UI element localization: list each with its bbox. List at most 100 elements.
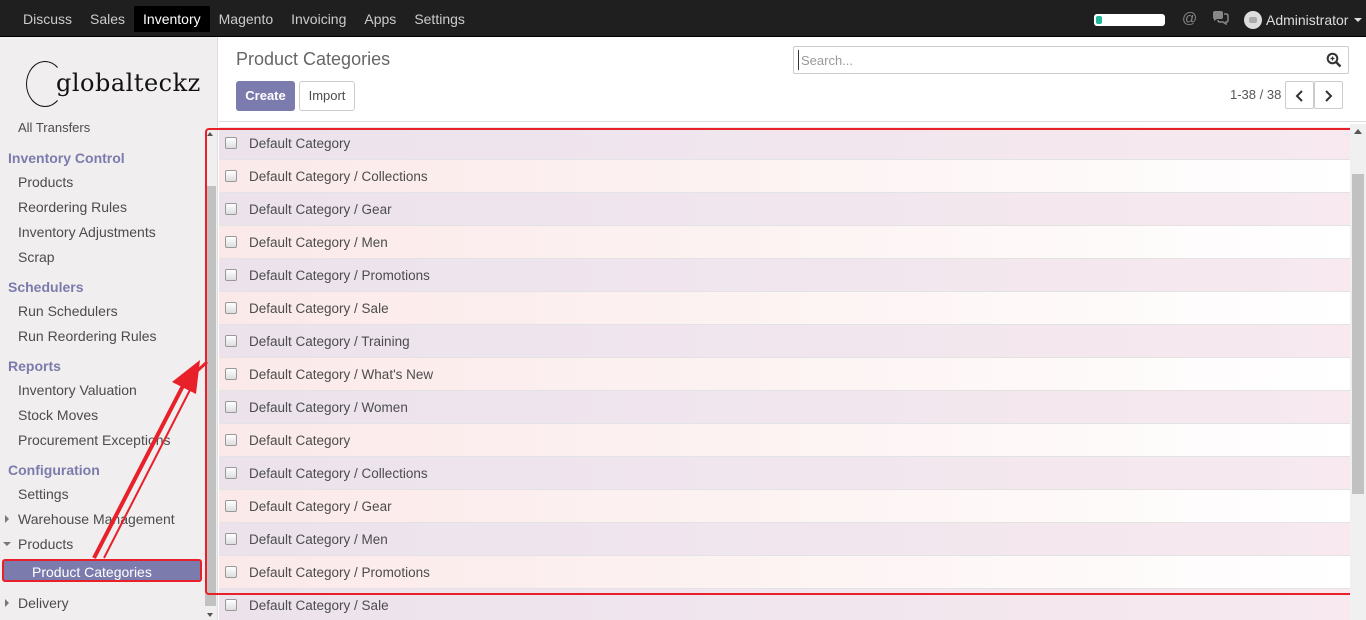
app-menu: Discuss Sales Inventory Magento Invoicin… [14,0,474,34]
sidebar-item-warehouse-management[interactable]: Warehouse Management [18,511,175,527]
category-list: Default Category Default Category / Coll… [219,127,1350,620]
chevron-right-icon [1325,90,1333,102]
list-row[interactable]: Default Category [219,127,1350,160]
row-checkbox[interactable] [225,269,237,281]
row-checkbox[interactable] [225,302,237,314]
sidebar-item-run-reordering-rules[interactable]: Run Reordering Rules [18,328,157,344]
pager-value[interactable]: 1-38 / 38 [1230,87,1281,102]
sidebar-item-inventory-adjustments[interactable]: Inventory Adjustments [18,224,156,240]
at-icon[interactable]: @ [1182,10,1197,27]
list-row[interactable]: Default Category / Promotions [219,259,1350,292]
caret-down-icon[interactable] [3,542,11,546]
app-discuss[interactable]: Discuss [14,6,81,32]
chevron-left-icon [1295,90,1303,102]
category-name: Default Category / Men [249,235,388,250]
section-reports: Reports [8,358,61,374]
list-row[interactable]: Default Category / Collections [219,160,1350,193]
pager-next-button[interactable] [1314,81,1343,109]
row-checkbox[interactable] [225,170,237,182]
app-settings[interactable]: Settings [405,6,474,32]
import-button[interactable]: Import [299,81,355,111]
category-name: Default Category / Gear [249,499,392,514]
row-checkbox[interactable] [225,203,237,215]
sidebar-item-products-config[interactable]: Products [18,536,73,552]
app-apps[interactable]: Apps [355,6,405,32]
search-input[interactable] [798,50,1318,70]
search-box [793,46,1349,74]
page-title: Product Categories [236,49,391,69]
section-configuration: Configuration [8,462,100,478]
category-name: Default Category / What's New [249,367,434,382]
control-panel: Product Categories Create Import 1-38 / … [219,37,1366,122]
list-row[interactable]: Default Category / Men [219,226,1350,259]
row-checkbox[interactable] [225,599,237,611]
row-checkbox[interactable] [225,368,237,380]
main-scrollbar[interactable] [1350,124,1366,620]
list-row[interactable]: Default Category / Gear [219,490,1350,523]
category-name: Default Category / Promotions [249,268,430,283]
category-name: Default Category [249,136,351,151]
app-sales[interactable]: Sales [81,6,134,32]
list-row[interactable]: Default Category / Men [219,523,1350,556]
create-button[interactable]: Create [236,81,295,111]
category-name: Default Category / Training [249,334,410,349]
sidebar-scrollbar[interactable] [204,128,217,620]
top-navbar: Discuss Sales Inventory Magento Invoicin… [0,0,1366,37]
row-checkbox[interactable] [225,401,237,413]
logo-text: globalteckz [56,69,201,97]
sidebar-item-products[interactable]: Products [18,174,73,190]
category-name: Default Category / Gear [249,202,392,217]
list-row[interactable]: Default Category / Women [219,391,1350,424]
sidebar-item-procurement-exceptions[interactable]: Procurement Exceptions [18,432,171,448]
row-checkbox[interactable] [225,434,237,446]
list-row[interactable]: Default Category / Collections [219,457,1350,490]
caret-right-icon[interactable] [5,515,9,523]
user-menu[interactable]: Administrator [1244,11,1363,29]
app-invoicing[interactable]: Invoicing [282,6,355,32]
sidebar-item-product-categories[interactable]: Product Categories [2,559,202,582]
magnifier-icon[interactable] [1326,52,1342,68]
pager-previous-button[interactable] [1285,81,1314,109]
user-name: Administrator [1266,12,1349,28]
category-name: Default Category / Collections [249,169,428,184]
row-checkbox[interactable] [225,467,237,479]
list-row[interactable]: Default Category / What's New [219,358,1350,391]
app-magento[interactable]: Magento [210,6,282,32]
category-name: Default Category / Women [249,400,408,415]
caret-down-icon [1354,18,1363,22]
sidebar-item-inventory-valuation[interactable]: Inventory Valuation [18,382,137,398]
sidebar-item-reordering-rules[interactable]: Reordering Rules [18,199,127,215]
sidebar-item-settings[interactable]: Settings [18,486,69,502]
row-checkbox[interactable] [225,335,237,347]
category-name: Default Category / Collections [249,466,428,481]
row-checkbox[interactable] [225,566,237,578]
list-row[interactable]: Default Category / Sale [219,292,1350,325]
loading-progress-bar [1094,14,1165,26]
caret-right-icon[interactable] [5,599,9,607]
sidebar-item-run-schedulers[interactable]: Run Schedulers [18,303,118,319]
category-name: Default Category [249,433,351,448]
section-inventory-control: Inventory Control [8,150,125,166]
list-row[interactable]: Default Category / Promotions [219,556,1350,589]
sidebar: globalteckz All Transfers Inventory Cont… [0,37,218,620]
sidebar-item-all-transfers[interactable]: All Transfers [18,120,90,135]
app-inventory[interactable]: Inventory [134,6,210,32]
row-checkbox[interactable] [225,137,237,149]
sidebar-item-stock-moves[interactable]: Stock Moves [18,407,98,423]
list-row[interactable]: Default Category [219,424,1350,457]
company-logo: globalteckz [26,61,206,113]
sidebar-item-delivery[interactable]: Delivery [18,595,69,611]
row-checkbox[interactable] [225,500,237,512]
row-checkbox[interactable] [225,533,237,545]
category-name: Default Category / Sale [249,598,389,613]
sidebar-item-scrap[interactable]: Scrap [18,249,55,265]
avatar [1244,11,1262,29]
category-name: Default Category / Men [249,532,388,547]
row-checkbox[interactable] [225,236,237,248]
category-name: Default Category / Promotions [249,565,430,580]
list-row[interactable]: Default Category / Gear [219,193,1350,226]
list-row[interactable]: Default Category / Training [219,325,1350,358]
list-row[interactable]: Default Category / Sale [219,589,1350,620]
chat-bubbles-icon[interactable] [1212,11,1229,29]
section-schedulers: Schedulers [8,279,84,295]
